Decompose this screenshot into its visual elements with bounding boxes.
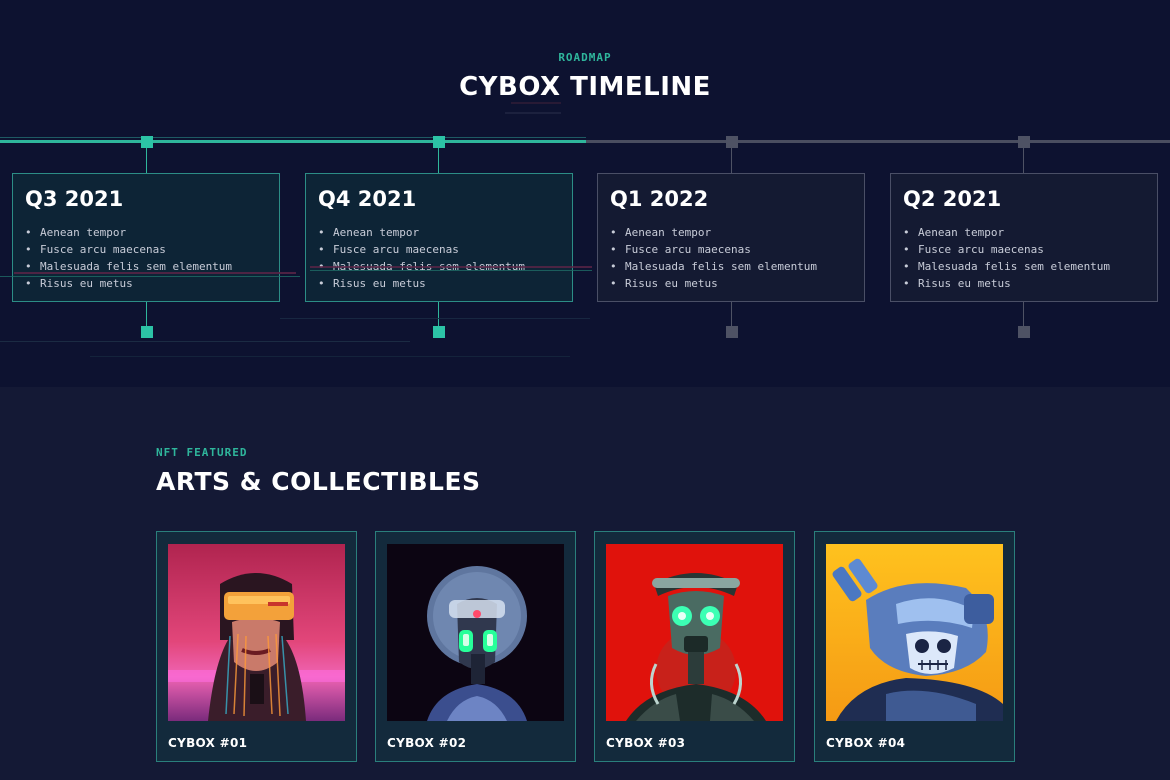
timeline-node-bottom xyxy=(1018,326,1030,338)
list-item: • Aenean tempor xyxy=(318,226,420,239)
list-item: • Fusce arcu maecenas xyxy=(318,243,459,256)
timeline-stem xyxy=(146,302,147,327)
glitch-effect xyxy=(310,270,592,271)
timeline-stem xyxy=(1023,302,1024,327)
nft-title: ARTS & COLLECTIBLES xyxy=(156,467,481,496)
list-item: • Aenean tempor xyxy=(610,226,712,239)
timeline-node-top xyxy=(1018,136,1030,148)
list-item: • Risus eu metus xyxy=(25,277,133,290)
milestone-list: •Aenean tempor •Fusce arcu maecenas •Mal… xyxy=(903,224,1145,292)
nft-card[interactable]: CYBOX #02 xyxy=(375,531,576,762)
roadmap-section: ROADMAP CYBOX TIMELINE Q3 2021 • Aenean t… xyxy=(0,0,1170,387)
title-glitch-effect xyxy=(505,100,575,116)
timeline-progress-glow xyxy=(0,137,586,138)
nft-card[interactable]: CYBOX #03 xyxy=(594,531,795,762)
milestone-quarter: Q3 2021 xyxy=(25,187,124,211)
timeline-node-bottom xyxy=(433,326,445,338)
skull-robot-image[interactable] xyxy=(826,544,1003,721)
milestone-list: •Aenean tempor •Fusce arcu maecenas •Mal… xyxy=(25,224,267,292)
list-item: •Malesuada felis sem elementum xyxy=(610,260,818,273)
nft-name: CYBOX #04 xyxy=(826,736,906,750)
roadmap-title: CYBOX TIMELINE xyxy=(459,72,711,102)
timeline-node-bottom xyxy=(726,326,738,338)
timeline-stem xyxy=(438,148,439,173)
milestone-card: Q3 2021 • Aenean tempor • Fusce arcu maece… xyxy=(12,173,280,302)
astronaut-robot-image[interactable] xyxy=(387,544,564,721)
timeline-node-top xyxy=(433,136,445,148)
timeline-stem xyxy=(731,148,732,173)
nft-card[interactable]: CYBOX #01 xyxy=(156,531,357,762)
list-item: • Fusce arcu maecenas xyxy=(903,243,1044,256)
list-item: • Aenean tempor xyxy=(25,226,127,239)
milestone-card: Q1 2022 • Aenean tempor • Fusce arcu maece… xyxy=(597,173,865,302)
glitch-effect xyxy=(14,272,296,274)
glitch-effect xyxy=(0,276,300,277)
timeline-stem xyxy=(731,302,732,327)
list-item: • Fusce arcu maecenas xyxy=(610,243,751,256)
list-item: • Risus eu metus xyxy=(610,277,718,290)
list-item: • Fusce arcu maecenas xyxy=(25,243,166,256)
milestone-list: •Aenean tempor •Fusce arcu maecenas •Mal… xyxy=(610,224,852,292)
milestone-quarter: Q1 2022 xyxy=(610,187,709,211)
nft-eyebrow: NFT FEATURED xyxy=(156,446,248,459)
timeline-stem xyxy=(146,148,147,173)
milestone-card: Q4 2021 • Aenean tempor • Fusce arcu maece… xyxy=(305,173,573,302)
milestone-quarter: Q2 2021 xyxy=(903,187,1002,211)
timeline-node-bottom xyxy=(141,326,153,338)
timeline-stem xyxy=(1023,148,1024,173)
glitch-effect xyxy=(0,341,410,342)
nft-card[interactable]: CYBOX #04 xyxy=(814,531,1015,762)
timeline-node-top xyxy=(141,136,153,148)
list-item: •Malesuada felis sem elementum xyxy=(903,260,1111,273)
nft-name: CYBOX #01 xyxy=(168,736,248,750)
timeline-progress-line xyxy=(0,140,586,143)
timeline-node-top xyxy=(726,136,738,148)
list-item: • Risus eu metus xyxy=(318,277,426,290)
glitch-effect xyxy=(310,266,592,268)
green-eyed-robot-image[interactable] xyxy=(606,544,783,721)
milestone-list: •Aenean tempor •Fusce arcu maecenas •Mal… xyxy=(318,224,560,292)
timeline-stem xyxy=(438,302,439,327)
nft-section: NFT FEATURED ARTS & COLLECTIBLES CYBOX #… xyxy=(0,387,1170,780)
milestone-quarter: Q4 2021 xyxy=(318,187,417,211)
milestone-card: Q2 2021 • Aenean tempor • Fusce arcu maece… xyxy=(890,173,1158,302)
glitch-effect xyxy=(90,356,570,357)
roadmap-eyebrow: ROADMAP xyxy=(558,51,612,64)
nft-name: CYBOX #03 xyxy=(606,736,686,750)
list-item: • Risus eu metus xyxy=(903,277,1011,290)
nft-name: CYBOX #02 xyxy=(387,736,467,750)
list-item: • Aenean tempor xyxy=(903,226,1005,239)
glitch-effect xyxy=(280,318,590,319)
timeline-remaining-line xyxy=(586,140,1170,143)
vr-headset-woman-image[interactable] xyxy=(168,544,345,721)
